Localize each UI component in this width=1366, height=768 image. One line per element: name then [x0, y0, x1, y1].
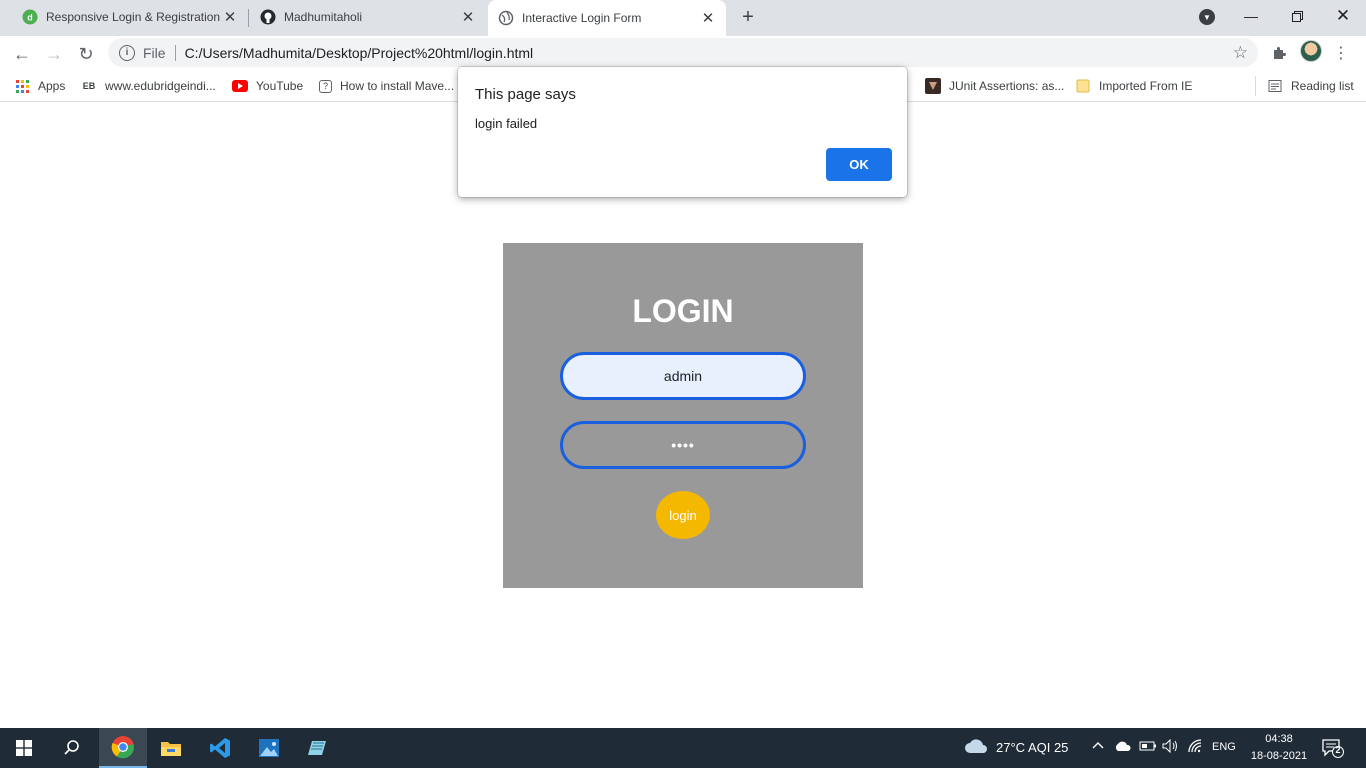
reading-list-button[interactable]: Reading list — [1267, 76, 1354, 96]
volume-icon[interactable] — [1162, 738, 1180, 756]
username-value: admin — [663, 368, 703, 384]
info-icon[interactable]: i — [119, 44, 135, 61]
notepad-icon[interactable] — [294, 728, 342, 768]
eb-icon: EB — [82, 81, 96, 91]
new-tab-plus-icon[interactable]: + — [736, 5, 760, 29]
bookmark-label: www.edubridgeindi... — [105, 79, 216, 93]
site-favicon-icon: d — [22, 9, 38, 25]
windows-start-icon[interactable] — [0, 728, 48, 768]
wifi-icon[interactable] — [1188, 739, 1204, 756]
language-indicator[interactable]: ENG — [1212, 741, 1236, 753]
tab-close-icon[interactable]: ✕ — [222, 9, 238, 26]
bookmarks-divider — [1255, 76, 1256, 96]
username-input[interactable]: admin — [560, 352, 806, 400]
tab-separator — [248, 9, 249, 27]
question-icon: ? — [319, 79, 332, 93]
close-window-icon[interactable]: ✕ — [1320, 0, 1366, 32]
extensions-puzzle-icon[interactable] — [1268, 42, 1290, 64]
clock-date: 18-08-2021 — [1250, 750, 1308, 762]
bookmark-edubridge[interactable]: EB www.edubridgeindi... — [81, 76, 216, 96]
youtube-icon — [232, 78, 248, 94]
site-icon — [925, 78, 941, 94]
tab-title: Interactive Login Form — [522, 11, 642, 25]
dialog-message: login failed — [475, 116, 538, 131]
back-arrow-icon[interactable]: ← — [8, 40, 36, 68]
reading-list-label: Reading list — [1291, 79, 1354, 93]
tab-strip: d Responsive Login & Registration ✕ Madh… — [0, 0, 1366, 36]
tab-interactive-login[interactable]: Interactive Login Form ✕ — [488, 0, 726, 36]
scheme-label: File — [143, 44, 166, 61]
bookmark-label: JUnit Assertions: as... — [949, 79, 1065, 93]
bookmark-junit[interactable]: JUnit Assertions: as... — [925, 76, 1064, 96]
login-card: LOGIN admin •••• login — [503, 243, 863, 588]
bookmark-label: Apps — [38, 79, 66, 93]
clock-time: 04:38 — [1265, 733, 1293, 745]
folder-icon — [1075, 78, 1091, 94]
globe-icon — [498, 10, 514, 26]
tab-close-icon[interactable]: ✕ — [700, 10, 716, 27]
menu-kebab-icon[interactable]: ⋮ — [1330, 42, 1352, 64]
bookmark-youtube[interactable]: YouTube — [232, 76, 303, 96]
tab-github[interactable]: Madhumitaholi ✕ — [250, 0, 486, 34]
tab-title: Madhumitaholi — [284, 10, 363, 24]
bookmark-star-icon[interactable]: ☆ — [1233, 43, 1248, 63]
bookmark-label: How to install Mave... — [340, 79, 455, 93]
notification-count: 2 — [1335, 745, 1341, 755]
weather-text[interactable]: 27°C AQI 25 — [996, 740, 1068, 755]
password-value: •••• — [671, 437, 695, 453]
login-button[interactable]: login — [656, 491, 710, 539]
weather-cloud-icon[interactable] — [964, 737, 988, 758]
apps-grid-icon — [14, 78, 30, 94]
bookmark-maven[interactable]: ? How to install Mave... — [319, 76, 454, 96]
search-icon[interactable] — [48, 728, 96, 768]
forward-arrow-icon[interactable]: → — [40, 40, 68, 68]
restore-icon[interactable] — [1274, 0, 1320, 32]
bookmark-apps[interactable]: Apps — [14, 76, 65, 96]
windows-taskbar: 27°C AQI 25 ENG 04:38 18-08-2021 2 — [0, 728, 1366, 768]
bookmark-label: YouTube — [256, 79, 304, 93]
omnibox-divider — [174, 44, 176, 61]
profile-avatar[interactable] — [1300, 40, 1322, 62]
github-icon — [260, 9, 276, 25]
photos-icon[interactable] — [245, 728, 293, 768]
minimize-icon[interactable]: — — [1228, 0, 1274, 32]
password-input[interactable]: •••• — [560, 421, 806, 469]
tab-search-chevron-icon[interactable]: ▼ — [1199, 9, 1215, 25]
reading-list-icon — [1267, 78, 1283, 94]
bookmark-label: Imported From IE — [1099, 79, 1193, 93]
file-explorer-icon[interactable] — [147, 728, 195, 768]
bookmark-imported-ie[interactable]: Imported From IE — [1075, 76, 1192, 96]
alert-dialog: This page says login failed OK — [458, 67, 907, 197]
battery-icon[interactable] — [1139, 739, 1157, 755]
chrome-taskbar-icon[interactable] — [99, 728, 147, 768]
address-bar[interactable]: i File C:/Users/Madhumita/Desktop/Projec… — [108, 38, 1258, 67]
tab-responsive-login[interactable]: d Responsive Login & Registration ✕ — [12, 0, 248, 34]
notification-center-icon[interactable]: 2 — [1322, 738, 1344, 758]
tab-close-icon[interactable]: ✕ — [460, 9, 476, 26]
clock[interactable]: 04:38 18-08-2021 — [1248, 731, 1310, 765]
dialog-title: This page says — [475, 86, 576, 103]
url-text[interactable]: C:/Users/Madhumita/Desktop/Project%20htm… — [185, 45, 534, 61]
browser-toolbar: ← → ↻ i File C:/Users/Madhumita/Desktop/… — [0, 36, 1366, 70]
tab-title: Responsive Login & Registration — [46, 10, 221, 24]
onedrive-cloud-icon[interactable] — [1114, 739, 1132, 755]
login-heading: LOGIN — [632, 293, 734, 329]
chevron-up-icon[interactable] — [1092, 739, 1104, 755]
ok-button[interactable]: OK — [826, 148, 892, 181]
reload-icon[interactable]: ↻ — [72, 40, 100, 68]
vscode-icon[interactable] — [196, 728, 244, 768]
svg-text:d: d — [27, 13, 33, 23]
